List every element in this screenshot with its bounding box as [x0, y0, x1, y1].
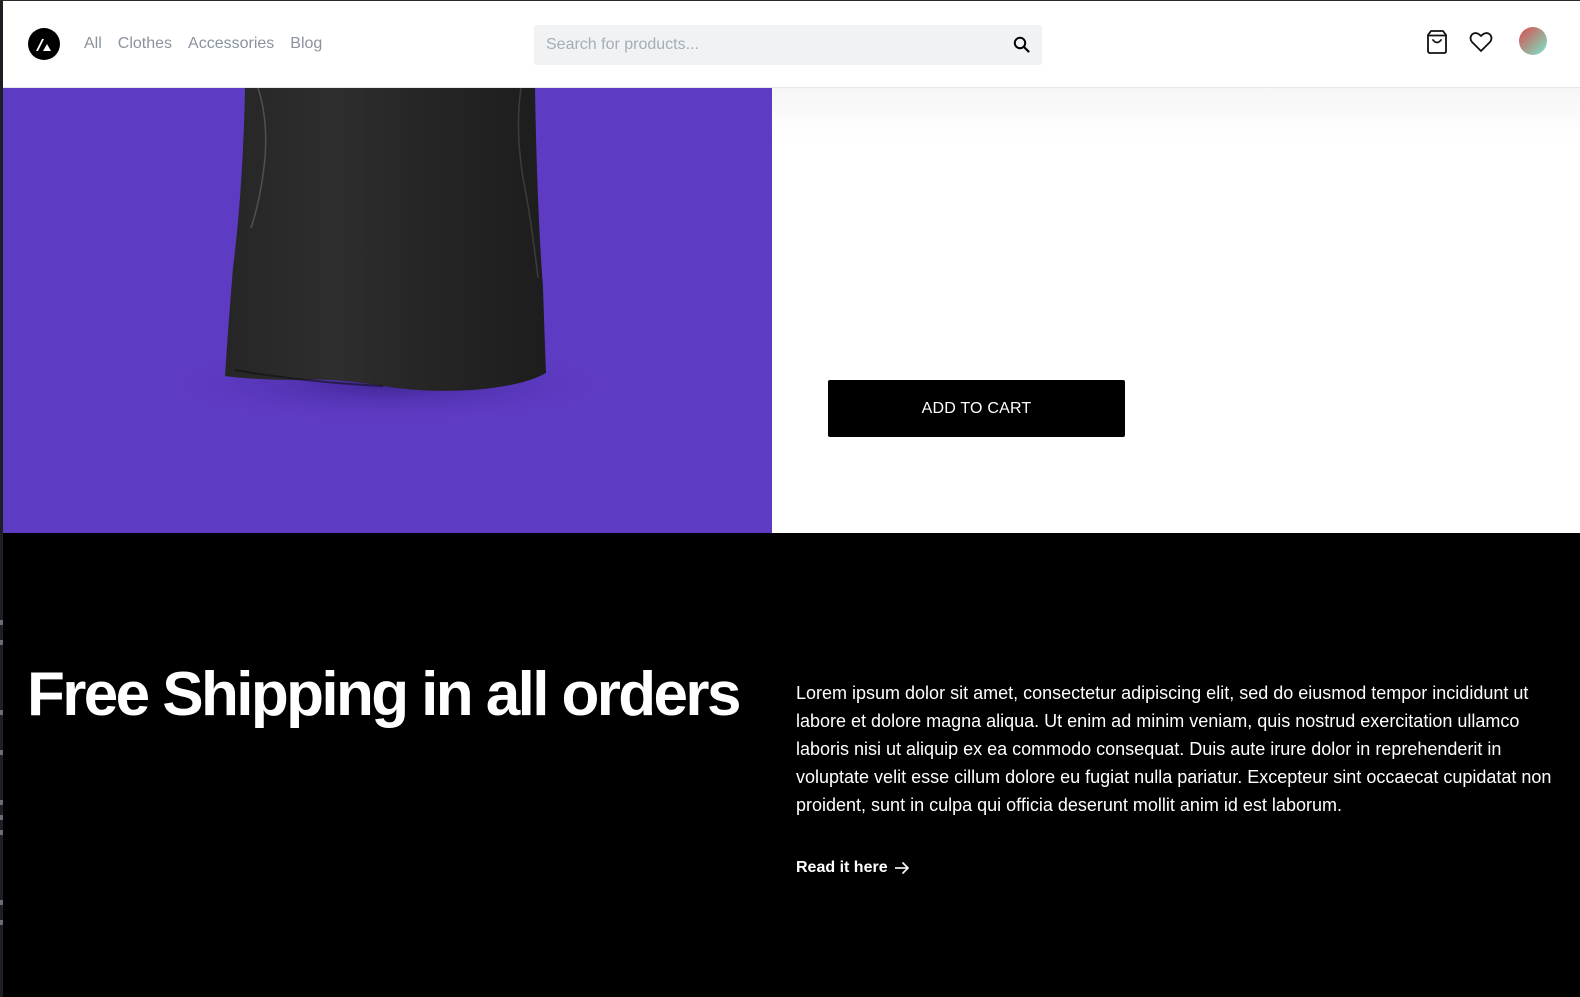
search-bar [534, 25, 1042, 65]
window-edge-mark [0, 800, 3, 805]
window-edge-mark [0, 620, 3, 625]
window-edge-mark [0, 640, 3, 645]
product-image-carousel [3, 88, 772, 533]
promo-body: Lorem ipsum dolor sit amet, consectetur … [796, 683, 1552, 815]
promo-title: Free Shipping in all orders [27, 660, 741, 729]
nav-link-all[interactable]: All [84, 34, 102, 54]
search-icon[interactable] [1012, 35, 1032, 55]
product-details-panel: ADD TO CART [772, 88, 1580, 533]
add-to-cart-button[interactable]: ADD TO CART [828, 380, 1125, 437]
product-image-tshirt [158, 88, 618, 424]
user-avatar[interactable] [1519, 27, 1547, 55]
window-edge-mark [0, 750, 3, 755]
window-edge [0, 0, 3, 997]
arrow-right-icon [894, 861, 909, 875]
nav-link-accessories[interactable]: Accessories [188, 34, 274, 54]
site-header: All Clothes Accessories Blog [3, 1, 1580, 88]
window-edge-mark [0, 710, 3, 715]
logo-icon [36, 39, 51, 51]
nav-link-clothes[interactable]: Clothes [118, 34, 172, 54]
logo-link[interactable] [28, 28, 60, 60]
window-edge-mark [0, 920, 3, 925]
window-edge-mark [0, 900, 3, 905]
read-more-label: Read it here [796, 859, 888, 876]
window-edge-mark [0, 830, 3, 835]
read-more-link[interactable]: Read it here [796, 859, 910, 877]
shopping-bag-icon[interactable] [1424, 29, 1450, 55]
nav-link-blog[interactable]: Blog [290, 34, 322, 54]
window-edge-mark [0, 815, 3, 820]
promo-section: Free Shipping in all orders Lorem ipsum … [3, 533, 1580, 997]
window-top-border [0, 0, 1580, 1]
main-nav: All Clothes Accessories Blog [84, 34, 338, 54]
search-input[interactable] [534, 25, 1004, 65]
heart-icon[interactable] [1468, 29, 1494, 55]
